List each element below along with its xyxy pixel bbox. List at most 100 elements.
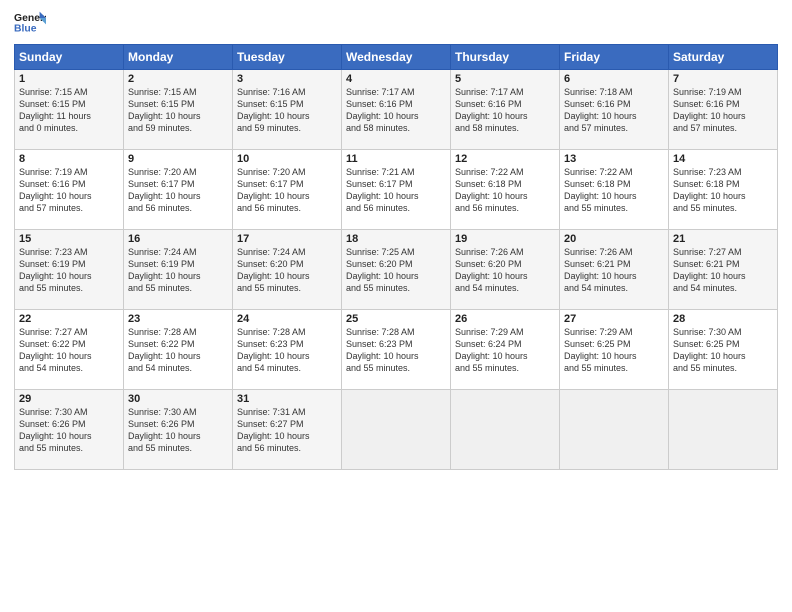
day-detail: Sunrise: 7:26 AM Sunset: 6:20 PM Dayligh…: [455, 246, 555, 295]
day-number: 6: [564, 73, 664, 85]
day-number: 23: [128, 313, 228, 325]
day-number: 27: [564, 313, 664, 325]
calendar-cell: 9Sunrise: 7:20 AM Sunset: 6:17 PM Daylig…: [124, 150, 233, 230]
calendar-cell: 19Sunrise: 7:26 AM Sunset: 6:20 PM Dayli…: [451, 230, 560, 310]
day-detail: Sunrise: 7:16 AM Sunset: 6:15 PM Dayligh…: [237, 86, 337, 135]
calendar-cell: 30Sunrise: 7:30 AM Sunset: 6:26 PM Dayli…: [124, 390, 233, 470]
day-number: 28: [673, 313, 773, 325]
calendar-week-row: 1Sunrise: 7:15 AM Sunset: 6:15 PM Daylig…: [15, 70, 778, 150]
day-detail: Sunrise: 7:21 AM Sunset: 6:17 PM Dayligh…: [346, 166, 446, 215]
day-number: 11: [346, 153, 446, 165]
day-number: 21: [673, 233, 773, 245]
day-detail: Sunrise: 7:22 AM Sunset: 6:18 PM Dayligh…: [455, 166, 555, 215]
day-number: 15: [19, 233, 119, 245]
day-number: 13: [564, 153, 664, 165]
logo: General Blue: [14, 10, 46, 38]
calendar-cell: 3Sunrise: 7:16 AM Sunset: 6:15 PM Daylig…: [233, 70, 342, 150]
day-detail: Sunrise: 7:23 AM Sunset: 6:19 PM Dayligh…: [19, 246, 119, 295]
calendar-cell: 14Sunrise: 7:23 AM Sunset: 6:18 PM Dayli…: [669, 150, 778, 230]
calendar-cell: 8Sunrise: 7:19 AM Sunset: 6:16 PM Daylig…: [15, 150, 124, 230]
day-detail: Sunrise: 7:25 AM Sunset: 6:20 PM Dayligh…: [346, 246, 446, 295]
calendar-week-row: 15Sunrise: 7:23 AM Sunset: 6:19 PM Dayli…: [15, 230, 778, 310]
day-number: 20: [564, 233, 664, 245]
calendar-week-row: 8Sunrise: 7:19 AM Sunset: 6:16 PM Daylig…: [15, 150, 778, 230]
day-number: 12: [455, 153, 555, 165]
calendar-cell: 27Sunrise: 7:29 AM Sunset: 6:25 PM Dayli…: [560, 310, 669, 390]
day-number: 31: [237, 393, 337, 405]
calendar-cell: 23Sunrise: 7:28 AM Sunset: 6:22 PM Dayli…: [124, 310, 233, 390]
logo-icon: General Blue: [14, 10, 46, 38]
day-number: 8: [19, 153, 119, 165]
day-number: 29: [19, 393, 119, 405]
day-detail: Sunrise: 7:24 AM Sunset: 6:19 PM Dayligh…: [128, 246, 228, 295]
day-number: 4: [346, 73, 446, 85]
day-detail: Sunrise: 7:26 AM Sunset: 6:21 PM Dayligh…: [564, 246, 664, 295]
calendar-cell: 31Sunrise: 7:31 AM Sunset: 6:27 PM Dayli…: [233, 390, 342, 470]
calendar-cell: 10Sunrise: 7:20 AM Sunset: 6:17 PM Dayli…: [233, 150, 342, 230]
day-detail: Sunrise: 7:31 AM Sunset: 6:27 PM Dayligh…: [237, 406, 337, 455]
day-header-thursday: Thursday: [451, 45, 560, 70]
day-detail: Sunrise: 7:23 AM Sunset: 6:18 PM Dayligh…: [673, 166, 773, 215]
calendar-cell: 17Sunrise: 7:24 AM Sunset: 6:20 PM Dayli…: [233, 230, 342, 310]
day-header-sunday: Sunday: [15, 45, 124, 70]
day-number: 5: [455, 73, 555, 85]
day-detail: Sunrise: 7:30 AM Sunset: 6:25 PM Dayligh…: [673, 326, 773, 375]
day-detail: Sunrise: 7:19 AM Sunset: 6:16 PM Dayligh…: [19, 166, 119, 215]
day-detail: Sunrise: 7:20 AM Sunset: 6:17 PM Dayligh…: [237, 166, 337, 215]
day-number: 25: [346, 313, 446, 325]
calendar-cell: 13Sunrise: 7:22 AM Sunset: 6:18 PM Dayli…: [560, 150, 669, 230]
calendar-cell: 25Sunrise: 7:28 AM Sunset: 6:23 PM Dayli…: [342, 310, 451, 390]
day-number: 26: [455, 313, 555, 325]
day-detail: Sunrise: 7:29 AM Sunset: 6:24 PM Dayligh…: [455, 326, 555, 375]
calendar-header-row: SundayMondayTuesdayWednesdayThursdayFrid…: [15, 45, 778, 70]
header: General Blue: [14, 10, 778, 38]
day-number: 17: [237, 233, 337, 245]
calendar-cell: [560, 390, 669, 470]
day-number: 24: [237, 313, 337, 325]
calendar-cell: 26Sunrise: 7:29 AM Sunset: 6:24 PM Dayli…: [451, 310, 560, 390]
day-number: 3: [237, 73, 337, 85]
day-detail: Sunrise: 7:15 AM Sunset: 6:15 PM Dayligh…: [128, 86, 228, 135]
day-number: 19: [455, 233, 555, 245]
calendar-cell: 4Sunrise: 7:17 AM Sunset: 6:16 PM Daylig…: [342, 70, 451, 150]
day-number: 1: [19, 73, 119, 85]
calendar-cell: 21Sunrise: 7:27 AM Sunset: 6:21 PM Dayli…: [669, 230, 778, 310]
calendar-week-row: 22Sunrise: 7:27 AM Sunset: 6:22 PM Dayli…: [15, 310, 778, 390]
day-detail: Sunrise: 7:30 AM Sunset: 6:26 PM Dayligh…: [128, 406, 228, 455]
calendar-cell: 11Sunrise: 7:21 AM Sunset: 6:17 PM Dayli…: [342, 150, 451, 230]
day-header-friday: Friday: [560, 45, 669, 70]
day-detail: Sunrise: 7:19 AM Sunset: 6:16 PM Dayligh…: [673, 86, 773, 135]
calendar-cell: [669, 390, 778, 470]
calendar-cell: 12Sunrise: 7:22 AM Sunset: 6:18 PM Dayli…: [451, 150, 560, 230]
calendar-cell: 6Sunrise: 7:18 AM Sunset: 6:16 PM Daylig…: [560, 70, 669, 150]
day-number: 16: [128, 233, 228, 245]
calendar-cell: 28Sunrise: 7:30 AM Sunset: 6:25 PM Dayli…: [669, 310, 778, 390]
calendar-container: General Blue SundayMondayTuesdayWednesda…: [0, 0, 792, 480]
day-number: 22: [19, 313, 119, 325]
day-detail: Sunrise: 7:30 AM Sunset: 6:26 PM Dayligh…: [19, 406, 119, 455]
day-number: 14: [673, 153, 773, 165]
calendar-cell: 7Sunrise: 7:19 AM Sunset: 6:16 PM Daylig…: [669, 70, 778, 150]
calendar-cell: 20Sunrise: 7:26 AM Sunset: 6:21 PM Dayli…: [560, 230, 669, 310]
day-detail: Sunrise: 7:29 AM Sunset: 6:25 PM Dayligh…: [564, 326, 664, 375]
day-detail: Sunrise: 7:20 AM Sunset: 6:17 PM Dayligh…: [128, 166, 228, 215]
calendar-cell: 29Sunrise: 7:30 AM Sunset: 6:26 PM Dayli…: [15, 390, 124, 470]
day-number: 18: [346, 233, 446, 245]
day-detail: Sunrise: 7:17 AM Sunset: 6:16 PM Dayligh…: [346, 86, 446, 135]
day-header-monday: Monday: [124, 45, 233, 70]
svg-text:Blue: Blue: [14, 24, 37, 35]
calendar-cell: [342, 390, 451, 470]
day-header-saturday: Saturday: [669, 45, 778, 70]
calendar-cell: [451, 390, 560, 470]
day-detail: Sunrise: 7:24 AM Sunset: 6:20 PM Dayligh…: [237, 246, 337, 295]
calendar-cell: 2Sunrise: 7:15 AM Sunset: 6:15 PM Daylig…: [124, 70, 233, 150]
day-detail: Sunrise: 7:28 AM Sunset: 6:23 PM Dayligh…: [237, 326, 337, 375]
day-detail: Sunrise: 7:15 AM Sunset: 6:15 PM Dayligh…: [19, 86, 119, 135]
calendar-cell: 5Sunrise: 7:17 AM Sunset: 6:16 PM Daylig…: [451, 70, 560, 150]
calendar-cell: 15Sunrise: 7:23 AM Sunset: 6:19 PM Dayli…: [15, 230, 124, 310]
day-detail: Sunrise: 7:22 AM Sunset: 6:18 PM Dayligh…: [564, 166, 664, 215]
day-detail: Sunrise: 7:17 AM Sunset: 6:16 PM Dayligh…: [455, 86, 555, 135]
calendar-cell: 1Sunrise: 7:15 AM Sunset: 6:15 PM Daylig…: [15, 70, 124, 150]
day-header-wednesday: Wednesday: [342, 45, 451, 70]
day-header-tuesday: Tuesday: [233, 45, 342, 70]
